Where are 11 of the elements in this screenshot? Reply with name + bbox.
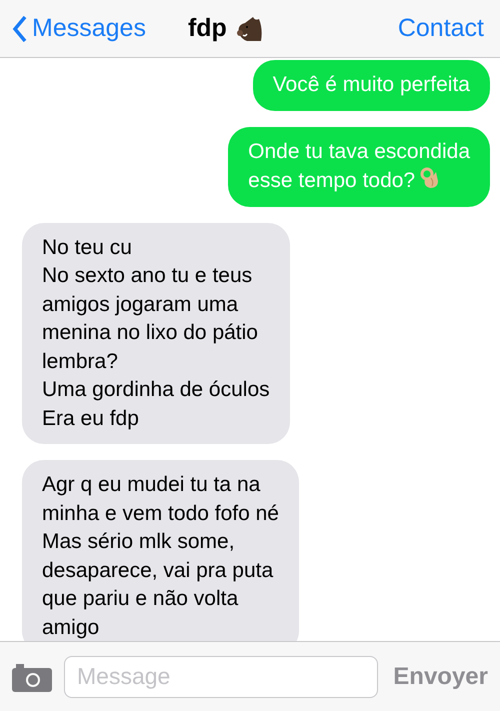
message-field[interactable]: Message [64,656,378,698]
camera-icon[interactable] [12,662,52,692]
received-message-bubble: No teu cu No sexto ano tu e teus amigos jogaram uma menina no lixo do pátio lembra? Uma gordinha de óculos Era eu fdp [22,222,290,444]
contact-button[interactable]: Contact [398,10,484,48]
received-message-bubble: Agr q eu mudei tu ta na minha e vem todo fofo né Mas sério mlk some, desaparece, vai pra puta que pariu e não volta amigo [22,460,299,641]
sent-message-bubble: Onde tu tava escondida esse tempo todo? [228,126,490,206]
send-button[interactable]: Envoyer [393,658,488,694]
sent-message-bubble: Você é muito perfeita [252,60,490,110]
conversation-title: fdp [188,12,227,44]
back-button[interactable]: Messages [12,10,146,48]
chevron-left-icon [12,14,28,42]
